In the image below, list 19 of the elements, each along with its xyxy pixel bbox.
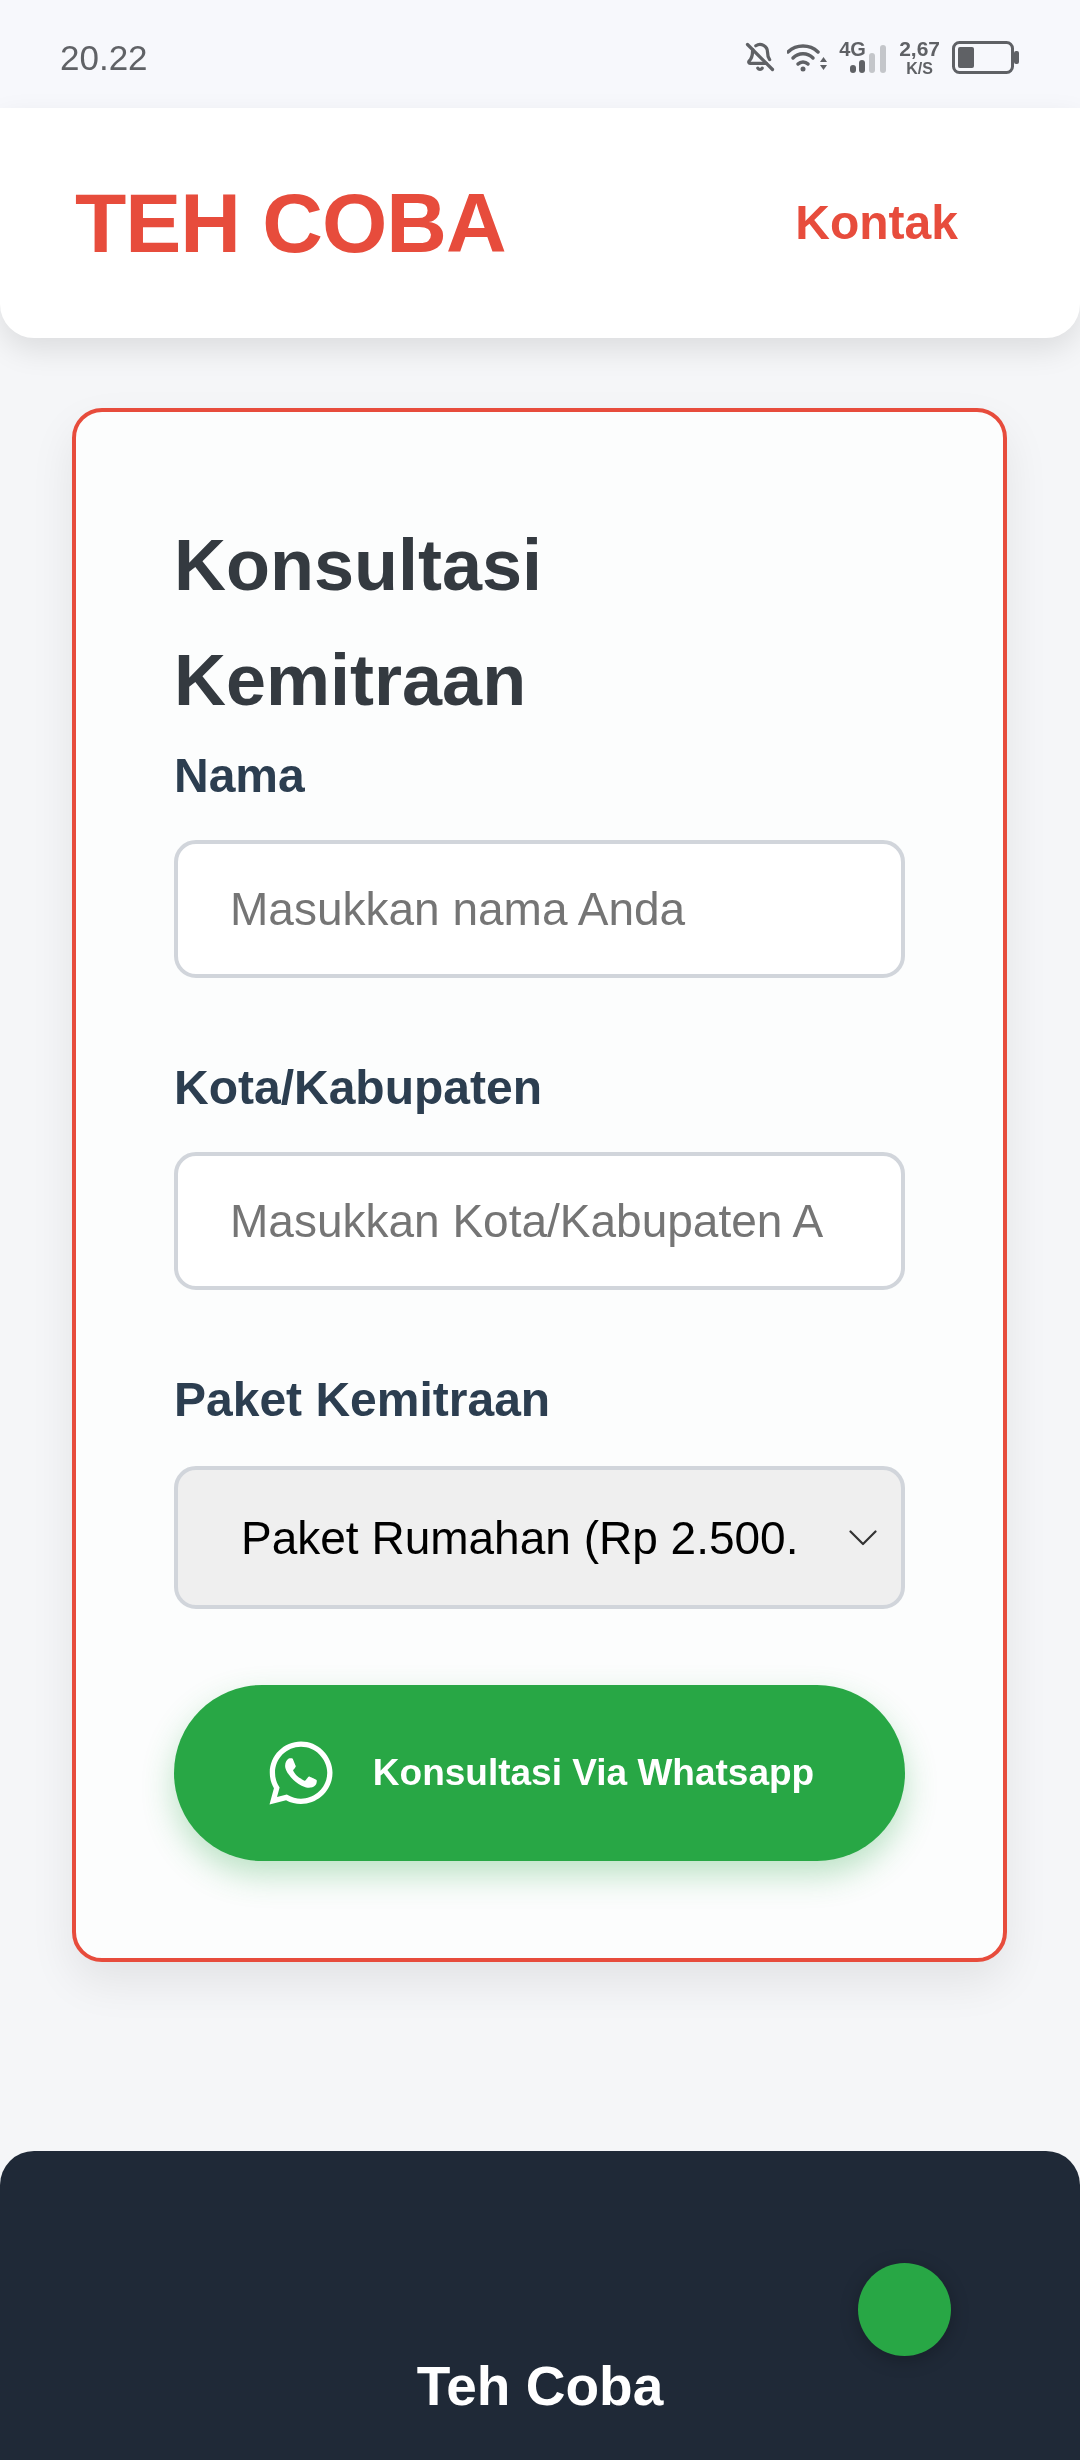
wifi-icon bbox=[787, 42, 828, 72]
status-time: 20.22 bbox=[60, 39, 148, 75]
field-label: Nama bbox=[174, 748, 305, 804]
field-label: Paket Kemitraan bbox=[174, 1372, 551, 1428]
footer-brand-title: Teh Coba bbox=[416, 2354, 664, 2419]
network-type-label: 4G bbox=[839, 39, 866, 59]
package-select[interactable]: Paket Rumahan (Rp 2.500. bbox=[174, 1466, 905, 1609]
whatsapp-consult-button[interactable]: Konsultasi Via Whatsapp bbox=[174, 1685, 905, 1861]
bell-off-icon bbox=[745, 42, 776, 72]
field-label: Kota/Kabupaten bbox=[174, 1060, 542, 1116]
text-input-field[interactable]: Masukkan Kota/Kabupaten A bbox=[174, 1152, 905, 1290]
data-speed-unit: K/S bbox=[906, 60, 933, 77]
contact-link[interactable]: Kontak bbox=[795, 199, 958, 247]
battery-icon bbox=[952, 40, 1019, 74]
text-input-field[interactable]: Masukkan nama Anda bbox=[174, 840, 905, 978]
chevron-down-icon bbox=[849, 1529, 877, 1546]
brand-title: TEH COBA bbox=[75, 181, 506, 265]
form-title: Konsultasi Kemitraan bbox=[174, 524, 543, 722]
data-speed-value: 2,67 bbox=[899, 37, 940, 59]
